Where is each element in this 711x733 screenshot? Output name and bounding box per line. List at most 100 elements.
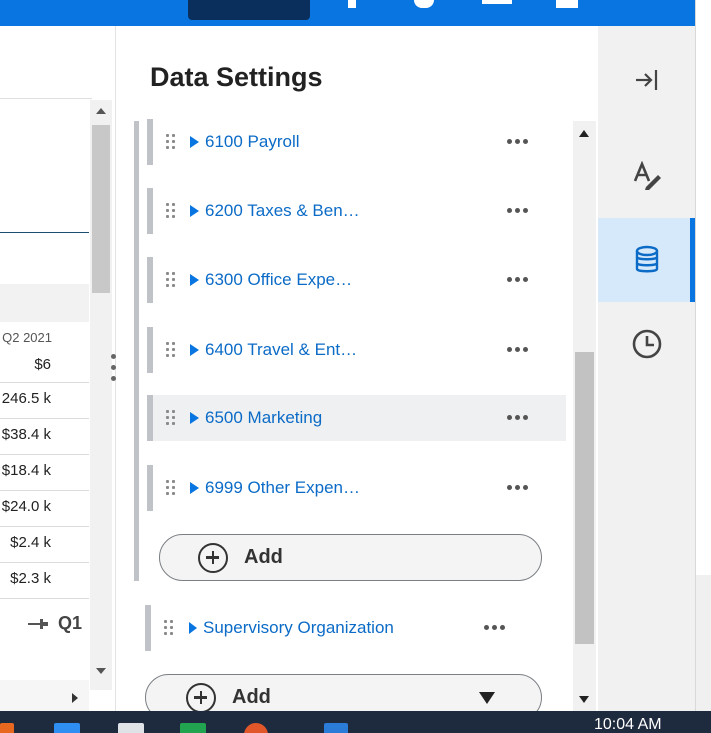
data-grid: Q2 2021 $6 246.5 k $38.4 k $18.4 k $24.0… bbox=[0, 26, 116, 712]
drag-handle-icon[interactable] bbox=[166, 480, 176, 496]
expand-arrow-icon[interactable] bbox=[190, 412, 199, 424]
drag-handle-icon[interactable] bbox=[164, 620, 174, 636]
item-indicator-bar bbox=[147, 395, 153, 441]
taskbar-app-icon[interactable] bbox=[54, 723, 80, 733]
expand-arrow-icon[interactable] bbox=[189, 622, 197, 634]
item-label[interactable]: 6400 Travel & Ent… bbox=[205, 340, 357, 360]
panel-title: Data Settings bbox=[150, 62, 323, 92]
settings-vertical-scrollbar[interactable] bbox=[573, 121, 596, 711]
data-settings-button[interactable] bbox=[598, 218, 695, 302]
scrollbar-thumb[interactable] bbox=[92, 125, 110, 293]
more-options-icon[interactable] bbox=[507, 415, 528, 421]
add-button-label: Add bbox=[244, 546, 283, 568]
format-text-icon bbox=[633, 161, 661, 190]
pinned-column-header[interactable]: Q1 bbox=[28, 613, 82, 634]
notification-icon[interactable] bbox=[348, 0, 356, 8]
window-edge-shadow bbox=[696, 575, 711, 711]
scrollbar-thumb[interactable] bbox=[575, 352, 594, 644]
grid-cell[interactable]: $24.0 k bbox=[0, 498, 51, 515]
scroll-up-arrow-icon[interactable] bbox=[96, 108, 106, 114]
more-options-icon[interactable] bbox=[507, 485, 528, 491]
taskbar-app-icon[interactable] bbox=[244, 723, 268, 733]
window-edge bbox=[695, 0, 711, 711]
list-item-6400[interactable]: 6400 Travel & Ent… bbox=[147, 327, 566, 373]
item-indicator-bar bbox=[147, 119, 153, 165]
help-icon[interactable] bbox=[414, 0, 434, 8]
item-label[interactable]: 6300 Office Expe… bbox=[205, 270, 352, 290]
item-label[interactable]: Supervisory Organization bbox=[203, 618, 394, 638]
list-item-6300[interactable]: 6300 Office Expe… bbox=[147, 257, 566, 303]
grid-accent-line bbox=[0, 232, 89, 233]
more-options-icon[interactable] bbox=[507, 139, 528, 145]
row-separator bbox=[0, 382, 89, 383]
list-item-6100[interactable]: 6100 Payroll bbox=[147, 119, 566, 165]
drag-handle-icon[interactable] bbox=[166, 272, 176, 288]
add-field-button[interactable]: Add bbox=[159, 534, 542, 581]
list-item-supervisory-organization[interactable]: Supervisory Organization bbox=[145, 605, 545, 651]
apps-icon[interactable] bbox=[556, 0, 578, 8]
item-label[interactable]: 6999 Other Expen… bbox=[205, 478, 360, 498]
item-indicator-bar bbox=[147, 257, 153, 303]
grid-vertical-scrollbar[interactable] bbox=[90, 100, 112, 690]
scroll-down-arrow-icon[interactable] bbox=[96, 668, 106, 674]
more-options-icon[interactable] bbox=[507, 208, 528, 214]
grid-cell[interactable]: $2.3 k bbox=[0, 570, 51, 587]
drag-handle-icon[interactable] bbox=[166, 203, 176, 219]
grid-cell[interactable]: 246.5 k bbox=[0, 390, 51, 407]
grid-cell[interactable]: $2.4 k bbox=[0, 534, 51, 551]
data-settings-panel: Data Settings 6100 Payroll 6200 Taxes & … bbox=[117, 26, 598, 721]
item-label[interactable]: 6200 Taxes & Ben… bbox=[205, 201, 360, 221]
expand-arrow-icon[interactable] bbox=[190, 136, 199, 148]
row-separator bbox=[0, 526, 89, 527]
grid-divider bbox=[0, 98, 92, 99]
top-bar-button[interactable] bbox=[188, 0, 310, 20]
list-item-6999[interactable]: 6999 Other Expen… bbox=[147, 465, 566, 511]
list-item-6500[interactable]: 6500 Marketing bbox=[147, 395, 566, 441]
grid-cell[interactable]: $6 bbox=[0, 356, 51, 373]
grid-cell[interactable]: $38.4 k bbox=[0, 426, 51, 443]
taskbar-app-icon[interactable] bbox=[180, 723, 206, 733]
expand-arrow-icon[interactable] bbox=[190, 205, 199, 217]
inbox-icon[interactable] bbox=[482, 0, 512, 4]
row-separator bbox=[0, 454, 89, 455]
more-options-icon[interactable] bbox=[507, 277, 528, 283]
more-options-icon[interactable] bbox=[484, 625, 505, 631]
more-options-icon[interactable] bbox=[507, 347, 528, 353]
taskbar-app-icon[interactable] bbox=[118, 723, 144, 733]
item-indicator-bar bbox=[147, 465, 153, 511]
format-button[interactable] bbox=[598, 134, 695, 218]
history-button[interactable] bbox=[598, 302, 695, 386]
row-separator bbox=[0, 562, 89, 563]
row-separator bbox=[0, 418, 89, 419]
expand-arrow-icon[interactable] bbox=[190, 344, 199, 356]
add-circle-icon bbox=[198, 542, 228, 573]
top-app-bar bbox=[0, 0, 695, 26]
row-separator bbox=[0, 598, 89, 599]
pinned-label: Q1 bbox=[58, 613, 83, 633]
grid-cell[interactable]: $18.4 k bbox=[0, 462, 51, 479]
column-header-q2-2021[interactable]: Q2 2021 bbox=[0, 330, 52, 345]
drag-handle-icon[interactable] bbox=[166, 342, 176, 358]
collapse-panel-icon bbox=[635, 70, 657, 90]
taskbar-app-icon[interactable] bbox=[324, 723, 348, 733]
item-indicator-bar bbox=[145, 605, 151, 651]
drag-handle-icon[interactable] bbox=[166, 134, 176, 150]
item-label[interactable]: 6100 Payroll bbox=[205, 132, 300, 152]
scroll-right-arrow-icon[interactable] bbox=[72, 693, 78, 703]
taskbar-app-icon[interactable] bbox=[0, 723, 14, 733]
drag-handle-icon[interactable] bbox=[166, 410, 176, 426]
grid-horizontal-scrollbar[interactable] bbox=[0, 680, 89, 712]
collapse-panel-button[interactable] bbox=[598, 38, 695, 122]
group-indicator-bar bbox=[134, 121, 139, 581]
scroll-up-arrow-icon[interactable] bbox=[579, 130, 589, 137]
expand-arrow-icon[interactable] bbox=[190, 274, 199, 286]
chevron-down-icon[interactable] bbox=[479, 692, 495, 704]
expand-arrow-icon[interactable] bbox=[190, 482, 199, 494]
add-button-label: Add bbox=[232, 686, 271, 708]
scroll-down-arrow-icon[interactable] bbox=[579, 696, 589, 703]
list-item-6200[interactable]: 6200 Taxes & Ben… bbox=[147, 188, 566, 234]
taskbar-clock[interactable]: 10:04 AM bbox=[594, 716, 662, 733]
item-label[interactable]: 6500 Marketing bbox=[205, 408, 322, 428]
item-indicator-bar bbox=[147, 188, 153, 234]
pin-icon bbox=[28, 618, 48, 629]
